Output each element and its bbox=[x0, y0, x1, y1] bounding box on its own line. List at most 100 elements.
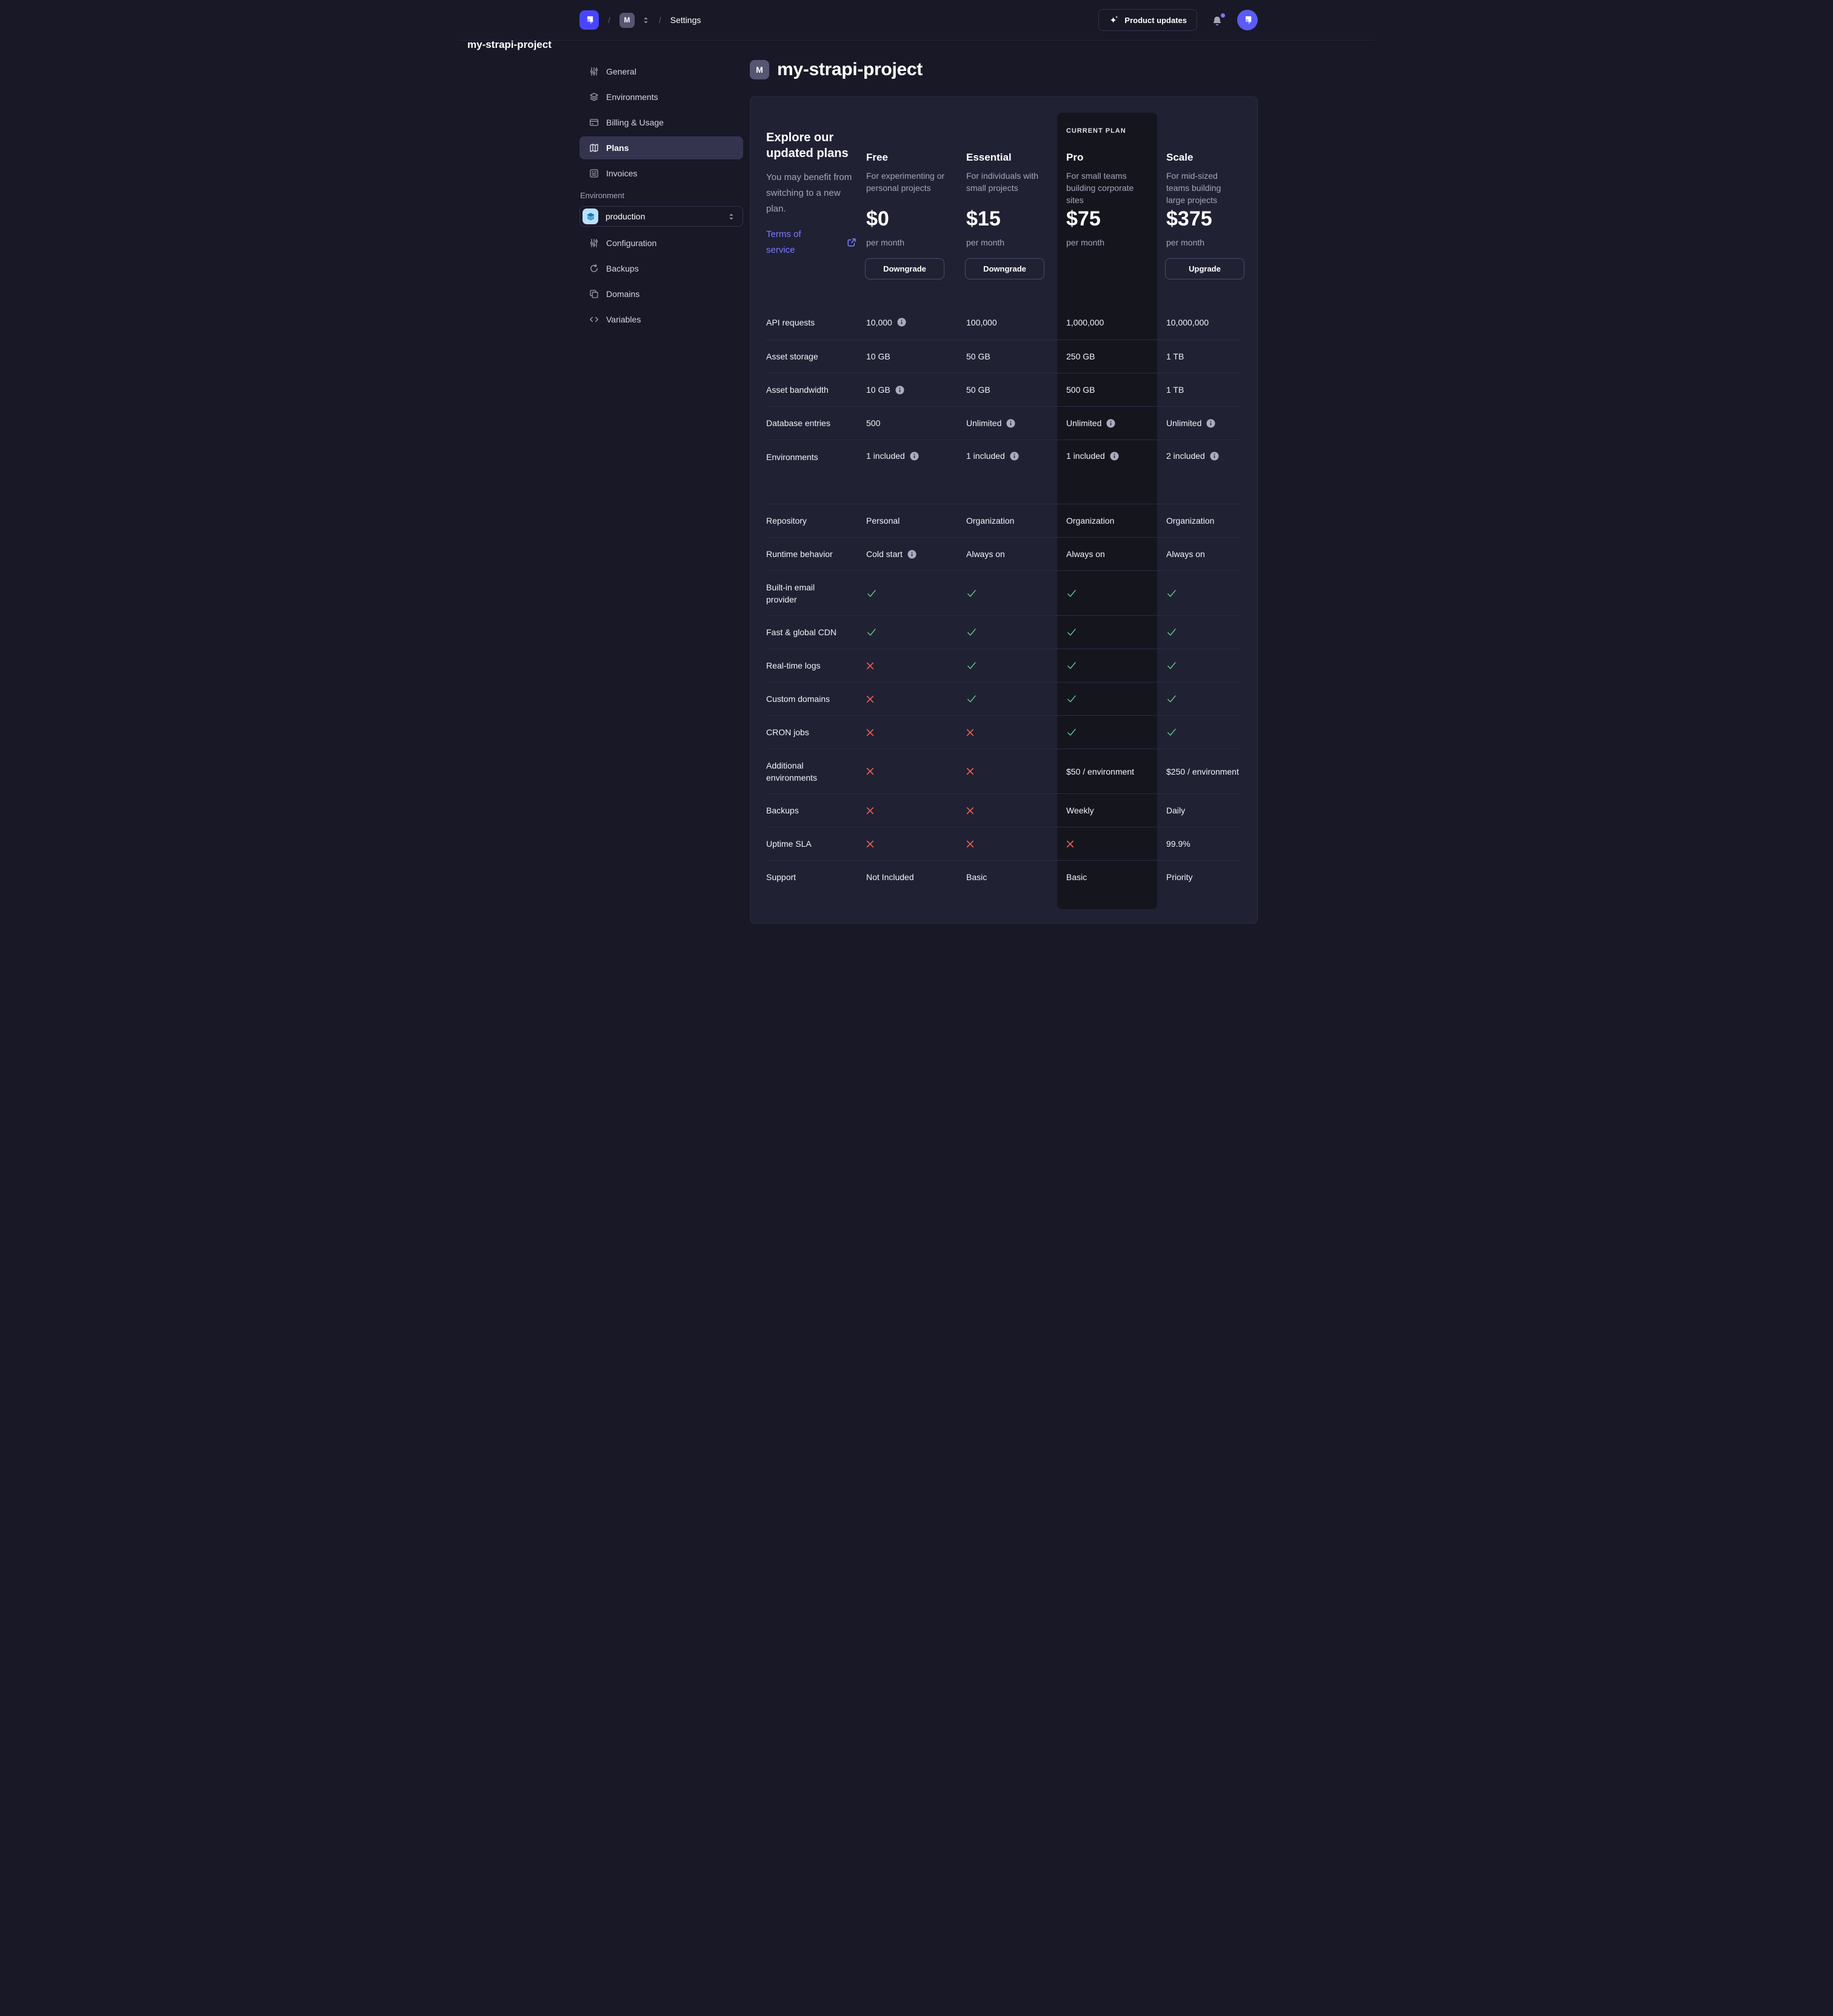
notifications-bell[interactable] bbox=[1212, 15, 1223, 26]
feature-row-real-time-logs: Real-time logs bbox=[766, 649, 1241, 682]
feature-value: Unlimited bbox=[1057, 418, 1157, 428]
feature-value-text: Not Included bbox=[866, 872, 914, 882]
sparkles-icon bbox=[1109, 15, 1119, 25]
strapi-logo[interactable] bbox=[579, 10, 599, 30]
feature-value: Not Included bbox=[857, 872, 957, 882]
feature-value bbox=[857, 662, 957, 670]
sidebar-item-billing-usage[interactable]: Billing & Usage bbox=[579, 111, 743, 134]
feature-row-custom-domains: Custom domains bbox=[766, 682, 1241, 715]
plan-price: $0 bbox=[866, 207, 889, 230]
project-switcher[interactable]: M my-strapi-project bbox=[619, 13, 650, 28]
sidebar-item-environments[interactable]: Environments bbox=[579, 85, 743, 108]
feature-value: Daily bbox=[1157, 806, 1241, 815]
caret-updown-icon bbox=[727, 212, 735, 221]
features-table: API requests10,000100,0001,000,00010,000… bbox=[766, 305, 1241, 893]
feature-value bbox=[857, 840, 957, 848]
feature-row-environments: Environments1 included1 included1 includ… bbox=[766, 439, 1241, 504]
user-avatar[interactable] bbox=[1237, 10, 1258, 30]
sidebar-env-item-domains[interactable]: Domains bbox=[579, 282, 743, 305]
sidebar-env-item-variables[interactable]: Variables bbox=[579, 308, 743, 331]
feature-value: Basic bbox=[1057, 872, 1157, 882]
info-icon[interactable] bbox=[897, 318, 906, 327]
sidebar-item-label: Configuration bbox=[606, 238, 656, 248]
info-icon[interactable] bbox=[1210, 452, 1219, 461]
info-icon[interactable] bbox=[1106, 419, 1115, 428]
info-icon[interactable] bbox=[1010, 452, 1019, 461]
info-icon[interactable] bbox=[1110, 452, 1119, 461]
info-icon[interactable] bbox=[895, 386, 904, 395]
downgrade-essential-button[interactable]: Downgrade bbox=[965, 258, 1044, 279]
plan-column-scale: ScaleFor mid-sized teams building large … bbox=[1157, 113, 1241, 305]
invoice-icon bbox=[589, 169, 599, 178]
info-icon[interactable] bbox=[910, 452, 919, 461]
sidebar-item-plans[interactable]: Plans bbox=[579, 136, 743, 159]
downgrade-free-button[interactable]: Downgrade bbox=[865, 258, 944, 279]
check-icon bbox=[1066, 589, 1077, 598]
cross-icon bbox=[866, 767, 874, 775]
sidebar-item-general[interactable]: General bbox=[579, 60, 743, 83]
check-icon bbox=[1066, 694, 1077, 704]
feature-value-text: Basic bbox=[966, 872, 987, 882]
feature-label: Asset storage bbox=[766, 350, 857, 362]
sidebar-item-invoices[interactable]: Invoices bbox=[579, 162, 743, 185]
plan-description: For small teams building corporate sites bbox=[1066, 170, 1152, 206]
copy-icon bbox=[589, 289, 599, 299]
feature-value: Organization bbox=[957, 516, 1057, 526]
feature-row-database-entries: Database entries500UnlimitedUnlimitedUnl… bbox=[766, 406, 1241, 439]
feature-value bbox=[857, 807, 957, 815]
feature-label: Repository bbox=[766, 515, 857, 527]
feature-value-text: Daily bbox=[1166, 806, 1185, 815]
plan-period: per month bbox=[966, 238, 1004, 247]
feature-value bbox=[1157, 694, 1241, 704]
feature-value bbox=[857, 627, 957, 637]
info-icon[interactable] bbox=[907, 550, 916, 559]
feature-value: Weekly bbox=[1057, 806, 1157, 815]
feature-label: Real-time logs bbox=[766, 659, 857, 672]
plan-price: $15 bbox=[966, 207, 1001, 230]
sidebar-item-label: Environments bbox=[606, 92, 658, 102]
feature-value: Always on bbox=[1057, 549, 1157, 559]
top-navbar: / M my-strapi-project / Settings Product… bbox=[458, 0, 1375, 41]
environment-selector[interactable]: production bbox=[579, 206, 743, 227]
feature-value bbox=[1057, 589, 1157, 598]
notification-dot bbox=[1221, 13, 1225, 18]
feature-value: 250 GB bbox=[1057, 352, 1157, 361]
feature-value: Unlimited bbox=[957, 418, 1057, 428]
page-title: my-strapi-project bbox=[777, 59, 923, 80]
check-icon bbox=[1166, 589, 1177, 598]
sidebar-env-item-configuration[interactable]: Configuration bbox=[579, 232, 743, 255]
feature-value-text: Always on bbox=[966, 549, 1005, 559]
upgrade-scale-button[interactable]: Upgrade bbox=[1165, 258, 1244, 279]
feature-value bbox=[857, 695, 957, 703]
plan-description: For mid-sized teams building large proje… bbox=[1166, 170, 1237, 206]
feature-value-text: Organization bbox=[1066, 516, 1114, 526]
feature-value-text: 10,000,000 bbox=[1166, 318, 1209, 327]
breadcrumb-separator: / bbox=[659, 15, 661, 25]
sidebar-env-item-backups[interactable]: Backups bbox=[579, 257, 743, 280]
feature-label: Database entries bbox=[766, 417, 857, 429]
product-updates-button[interactable]: Product updates bbox=[1098, 9, 1197, 31]
feature-value bbox=[957, 694, 1057, 704]
feature-label: Runtime behavior bbox=[766, 548, 857, 560]
info-icon[interactable] bbox=[1206, 419, 1215, 428]
feature-value-text: 10 GB bbox=[866, 385, 890, 395]
feature-label: Custom domains bbox=[766, 693, 857, 705]
feature-value-text: $50 / environment bbox=[1066, 767, 1134, 776]
plan-column-essential: EssentialFor individuals with small proj… bbox=[957, 113, 1057, 305]
plan-description: For experimenting or personal projects bbox=[866, 170, 952, 194]
cross-icon bbox=[966, 767, 974, 775]
cross-icon bbox=[866, 662, 874, 670]
terms-of-service-link[interactable]: Terms of service bbox=[766, 227, 816, 258]
feature-value: Always on bbox=[957, 549, 1057, 559]
feature-value-text: Always on bbox=[1166, 549, 1205, 559]
feature-value bbox=[1057, 627, 1157, 637]
feature-value-text: Unlimited bbox=[966, 418, 1001, 428]
layers-icon bbox=[589, 92, 599, 102]
feature-value-text: Unlimited bbox=[1166, 418, 1201, 428]
feature-value-text: Personal bbox=[866, 516, 900, 526]
feature-value: Cold start bbox=[857, 549, 957, 559]
feature-label: Additional environments bbox=[766, 759, 857, 784]
feature-value-text: Weekly bbox=[1066, 806, 1094, 815]
page-header: M my-strapi-project bbox=[750, 59, 1375, 80]
info-icon[interactable] bbox=[1006, 419, 1015, 428]
